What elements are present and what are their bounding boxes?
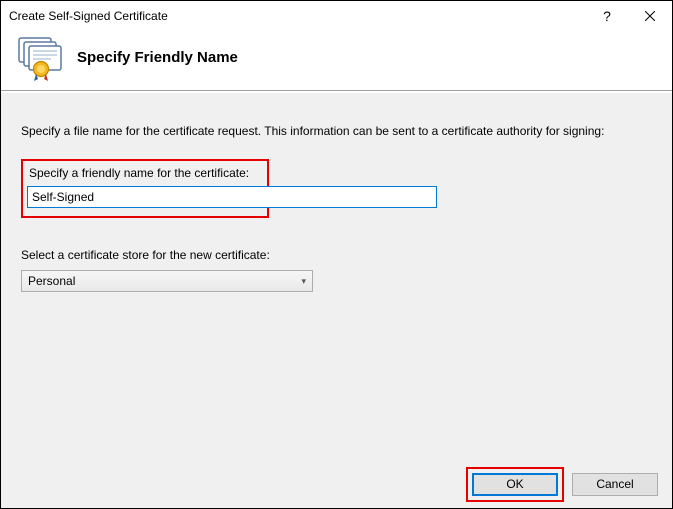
friendly-name-section: Specify a friendly name for the certific…: [21, 159, 269, 218]
intro-text: Specify a file name for the certificate …: [21, 123, 652, 139]
friendly-name-label: Specify a friendly name for the certific…: [29, 166, 261, 180]
titlebar: Create Self-Signed Certificate ?: [1, 1, 672, 31]
dialog-heading: Specify Friendly Name: [77, 49, 238, 66]
ok-highlight: OK: [466, 467, 564, 502]
friendly-name-input[interactable]: [27, 186, 437, 208]
close-icon: [645, 11, 655, 21]
certificate-store-label: Select a certificate store for the new c…: [21, 248, 652, 262]
help-button[interactable]: ?: [587, 1, 627, 31]
close-button[interactable]: [627, 1, 672, 31]
certificate-store-value: Personal: [28, 274, 75, 288]
dialog-header: Specify Friendly Name: [1, 31, 672, 91]
certificate-icon: [15, 34, 63, 82]
dialog-body: Specify a file name for the certificate …: [1, 93, 672, 460]
window-title: Create Self-Signed Certificate: [9, 9, 587, 23]
certificate-store-dropdown[interactable]: Personal ▾: [21, 270, 313, 292]
dialog-footer: OK Cancel: [1, 460, 672, 508]
ok-button[interactable]: OK: [472, 473, 558, 496]
cancel-button[interactable]: Cancel: [572, 473, 658, 496]
chevron-down-icon: ▾: [301, 276, 306, 287]
